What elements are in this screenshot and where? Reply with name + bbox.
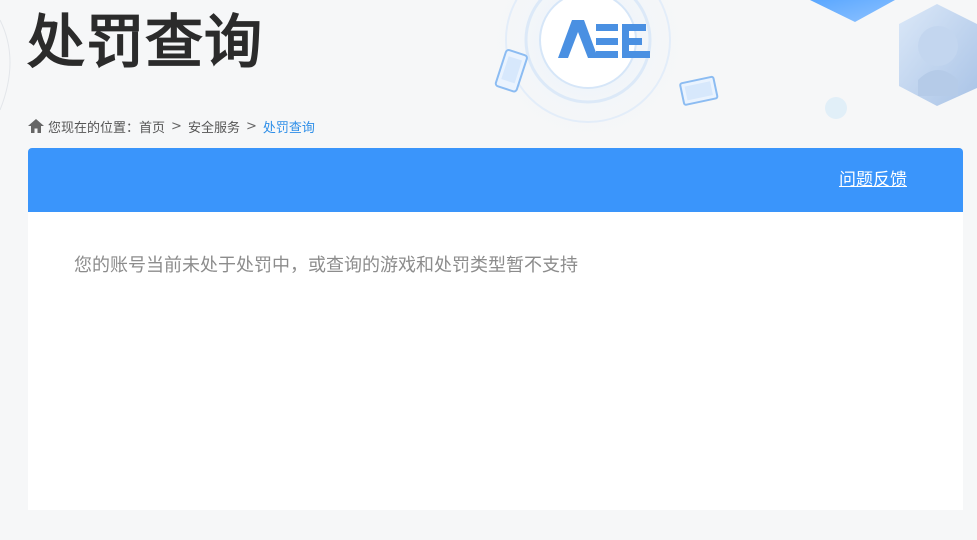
result-message: 您的账号当前未处于处罚中，或查询的游戏和处罚类型暂不支持 (74, 255, 578, 276)
breadcrumb-home-link[interactable]: 首页 (139, 117, 165, 136)
character-badge-icon (899, 4, 977, 106)
home-icon (28, 119, 44, 133)
breadcrumb-prefix: 您现在的位置： (48, 120, 140, 136)
page-title: 处罚查询 (27, 8, 264, 76)
breadcrumb-current: 处罚查询 (262, 120, 315, 136)
breadcrumb-separator: > (245, 118, 257, 134)
breadcrumb-separator: > (171, 118, 182, 134)
game-phone-icon (494, 49, 528, 93)
ace-logo-icon (558, 20, 650, 58)
breadcrumb-security-link[interactable]: 安全服务 (188, 117, 240, 136)
panel-header: 问题反馈 (28, 148, 963, 212)
game-monitor-icon (679, 75, 719, 106)
result-panel: 您的账号当前未处于处罚中，或查询的游戏和处罚类型暂不支持 (28, 212, 963, 510)
breadcrumb: 您现在的位置： 首页 > 安全服务 > 处罚查询 (28, 117, 315, 136)
feedback-link[interactable]: 问题反馈 (839, 169, 907, 191)
